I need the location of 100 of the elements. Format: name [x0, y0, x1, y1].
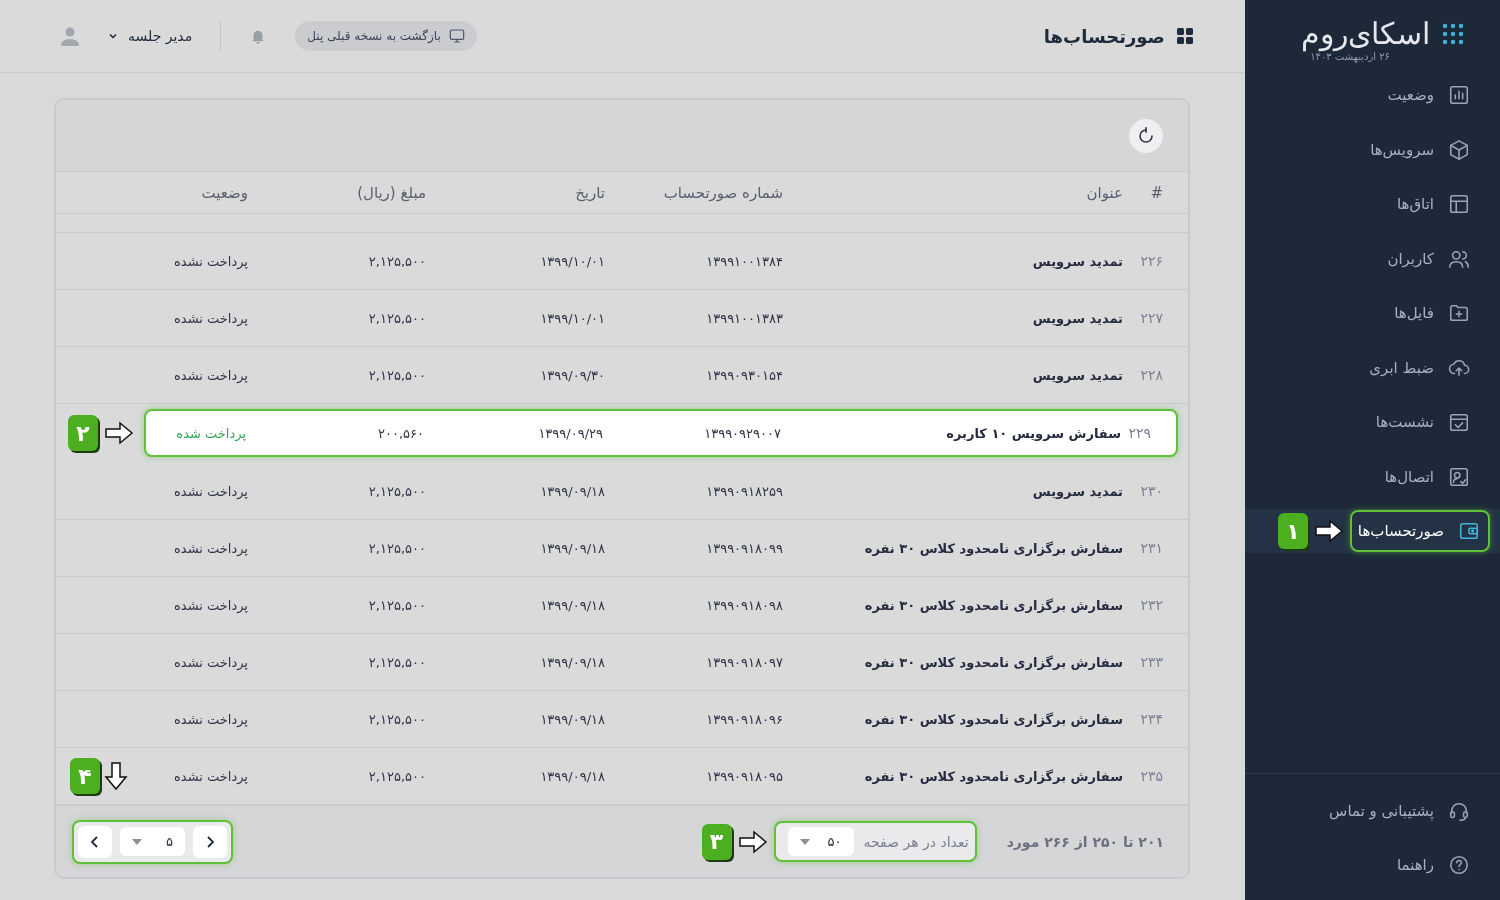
status-text: پرداخت نشده [174, 483, 248, 499]
status-text: پرداخت نشده [174, 597, 248, 613]
table-cell: ۱۳۹۹/۱۰/۰۱ [540, 310, 605, 326]
table-cell-text: ۲۲۹ [1128, 425, 1152, 441]
table-cell-text: ۲۲۸ [1140, 367, 1164, 383]
table-cell: سفارش برگزاری نامحدود کلاس ۳۰ نفره [864, 768, 1123, 784]
sidebar-item[interactable]: پشتیبانی و تماس [1245, 784, 1500, 838]
chevron-left-icon [90, 834, 100, 849]
app-logo: اسکای‌روم [1301, 16, 1430, 51]
table-cell: ۱۳۹۹۰۹۱۸۰۹۸ [706, 597, 783, 613]
status-text: پرداخت نشده [174, 310, 248, 326]
table-cell-text: ۲۳۲ [1140, 597, 1164, 613]
arrow-icon [737, 829, 768, 854]
table-cell: ۱۳۹۹۰۹۲۹۰۰۷ [704, 425, 781, 441]
sidebar-item[interactable]: وضعیت [1367, 76, 1490, 115]
status-text: پرداخت نشده [174, 654, 248, 670]
column-header: # [1149, 183, 1164, 202]
status-text: پرداخت شده [176, 425, 246, 441]
user-menu-button[interactable]: مدیر جلسه [108, 28, 193, 44]
table-cell: ۱۳۹۹۱۰۰۱۳۸۳ [706, 310, 783, 326]
current-date: ۲۶ اردیبهشت ۱۴۰۳ [1310, 51, 1390, 62]
table-cell-text: ۲۲۶ [1140, 253, 1164, 269]
chevron-down-icon [108, 31, 118, 41]
sidebar-item[interactable]: کاربران [1367, 239, 1490, 278]
grid-icon [1177, 28, 1193, 44]
table-cell: ۱۳۹۹۰۹۱۸۰۹۹ [706, 540, 783, 556]
column-header: تاریخ [574, 183, 605, 202]
table-cell: ۱۳۹۹/۰۹/۳۰ [540, 367, 605, 383]
page-selector[interactable]: ۵ [120, 827, 185, 856]
table-cell: ۲۰۰,۵۶۰ [377, 425, 424, 441]
sidebar-item[interactable]: فایل‌ها [1374, 294, 1490, 333]
table-cell: تمدید سرویس [1032, 310, 1123, 326]
sidebar-item[interactable]: راهنما [1245, 838, 1500, 892]
per-page-selector[interactable]: تعداد در هر صفحه ۵۰ [773, 821, 977, 862]
table-cell: تمدید سرویس [1032, 483, 1123, 499]
next-page-button[interactable] [193, 825, 227, 858]
chevron-right-icon [205, 834, 215, 849]
column-header: مبلغ (ریال) [356, 183, 426, 202]
step-badge: ۴ [70, 758, 100, 794]
back-to-old-panel-button[interactable]: بازگشت به نسخه قبلی پنل [295, 21, 477, 51]
refresh-icon [1137, 126, 1155, 145]
arrow-icon [1314, 519, 1344, 543]
pagination-summary: ۲۰۱ تا ۲۵۰ از ۲۶۶ مورد [1006, 833, 1164, 850]
sidebar-item[interactable]: صورتحساب‌ها [1350, 510, 1490, 552]
sidebar-item[interactable]: اتاق‌ها [1376, 185, 1490, 224]
sidebar-item[interactable]: سرویس‌ها [1350, 130, 1490, 169]
status-text: پرداخت نشده [174, 540, 248, 556]
table-cell: ۱۳۹۹۰۹۳۰۱۵۴ [706, 367, 783, 383]
table-cell: ۲,۱۲۵,۵۰۰ [368, 253, 426, 269]
previous-page-button[interactable] [78, 825, 112, 858]
table-cell: ۱۳۹۹/۰۹/۱۸ [540, 540, 605, 556]
table-cell-text: ۲۳۴ [1140, 711, 1164, 727]
contact-icon [1448, 465, 1470, 488]
table-cell: ۱۳۹۹/۰۹/۱۸ [540, 597, 605, 613]
table-cell: تمدید سرویس [1032, 253, 1123, 269]
table-cell: تمدید سرویس [1032, 367, 1123, 383]
refresh-button[interactable] [1129, 118, 1163, 153]
sidebar-item[interactable]: اتصال‌ها [1364, 457, 1490, 496]
column-header: وضعیت [200, 183, 248, 202]
headset-icon [1448, 800, 1470, 822]
table-cell: ۲,۱۲۵,۵۰۰ [368, 597, 426, 613]
status-text: پرداخت نشده [174, 253, 248, 269]
table-cell: ۱۳۹۹۰۹۱۸۰۹۵ [706, 768, 783, 784]
table-cell-text: ۲۳۱ [1140, 540, 1164, 556]
cube-icon [1448, 138, 1470, 161]
caret-icon [799, 838, 810, 845]
sidebar-item[interactable]: ضبط ابری [1349, 348, 1490, 387]
table-cell: ۲,۱۲۵,۵۰۰ [368, 711, 426, 727]
table-cell: ۱۳۹۹/۰۹/۱۸ [540, 768, 605, 784]
step-badge: ۲ [68, 415, 98, 451]
arrow-icon [104, 421, 134, 445]
table-cell: ۱۳۹۹۰۹۱۸۰۹۷ [706, 654, 783, 670]
page-title: صورتحساب‌ها [1043, 25, 1165, 47]
table-cell: سفارش برگزاری نامحدود کلاس ۳۰ نفره [864, 711, 1123, 727]
table-cell: ۱۳۹۹۱۰۰۱۳۸۴ [706, 253, 783, 269]
table-cell: ۱۳۹۹/۰۹/۱۸ [540, 654, 605, 670]
chart-icon [1448, 84, 1470, 107]
table-cell: سفارش برگزاری نامحدود کلاس ۳۰ نفره [864, 540, 1123, 556]
status-text: پرداخت نشده [174, 768, 248, 784]
table-cell: ۱۳۹۹/۱۰/۰۱ [540, 253, 605, 269]
table-cell: ۲,۱۲۵,۵۰۰ [368, 310, 426, 326]
table-cell: ۱۳۹۹۰۹۱۸۲۵۹ [706, 483, 783, 499]
status-text: پرداخت نشده [174, 367, 248, 383]
wallet-icon [1458, 520, 1480, 542]
table-cell: ۲,۱۲۵,۵۰۰ [368, 367, 426, 383]
table-cell-text: ۲۳۵ [1140, 768, 1164, 784]
table-cell: ۲,۱۲۵,۵۰۰ [368, 540, 426, 556]
table-cell-text: ۲۳۰ [1140, 483, 1164, 499]
step-badge: ۱ [1278, 513, 1308, 549]
table-cell: ۲,۱۲۵,۵۰۰ [368, 768, 426, 784]
column-header: عنوان [1085, 183, 1123, 202]
sidebar-item[interactable]: نشست‌ها [1355, 403, 1490, 442]
table-cell-text: ۲۳۳ [1140, 654, 1164, 670]
dots-grid-icon [1442, 22, 1464, 45]
table-cell: ۲,۱۲۵,۵۰۰ [368, 654, 426, 670]
table-cell-text: ۲۲۷ [1140, 310, 1164, 326]
table-cell: سفارش سرویس ۱۰ کاربره [946, 425, 1121, 441]
table-cell: ۱۳۹۹/۰۹/۱۸ [540, 711, 605, 727]
table-cell: سفارش برگزاری نامحدود کلاس ۳۰ نفره [864, 654, 1123, 670]
arrow-icon [104, 761, 128, 791]
